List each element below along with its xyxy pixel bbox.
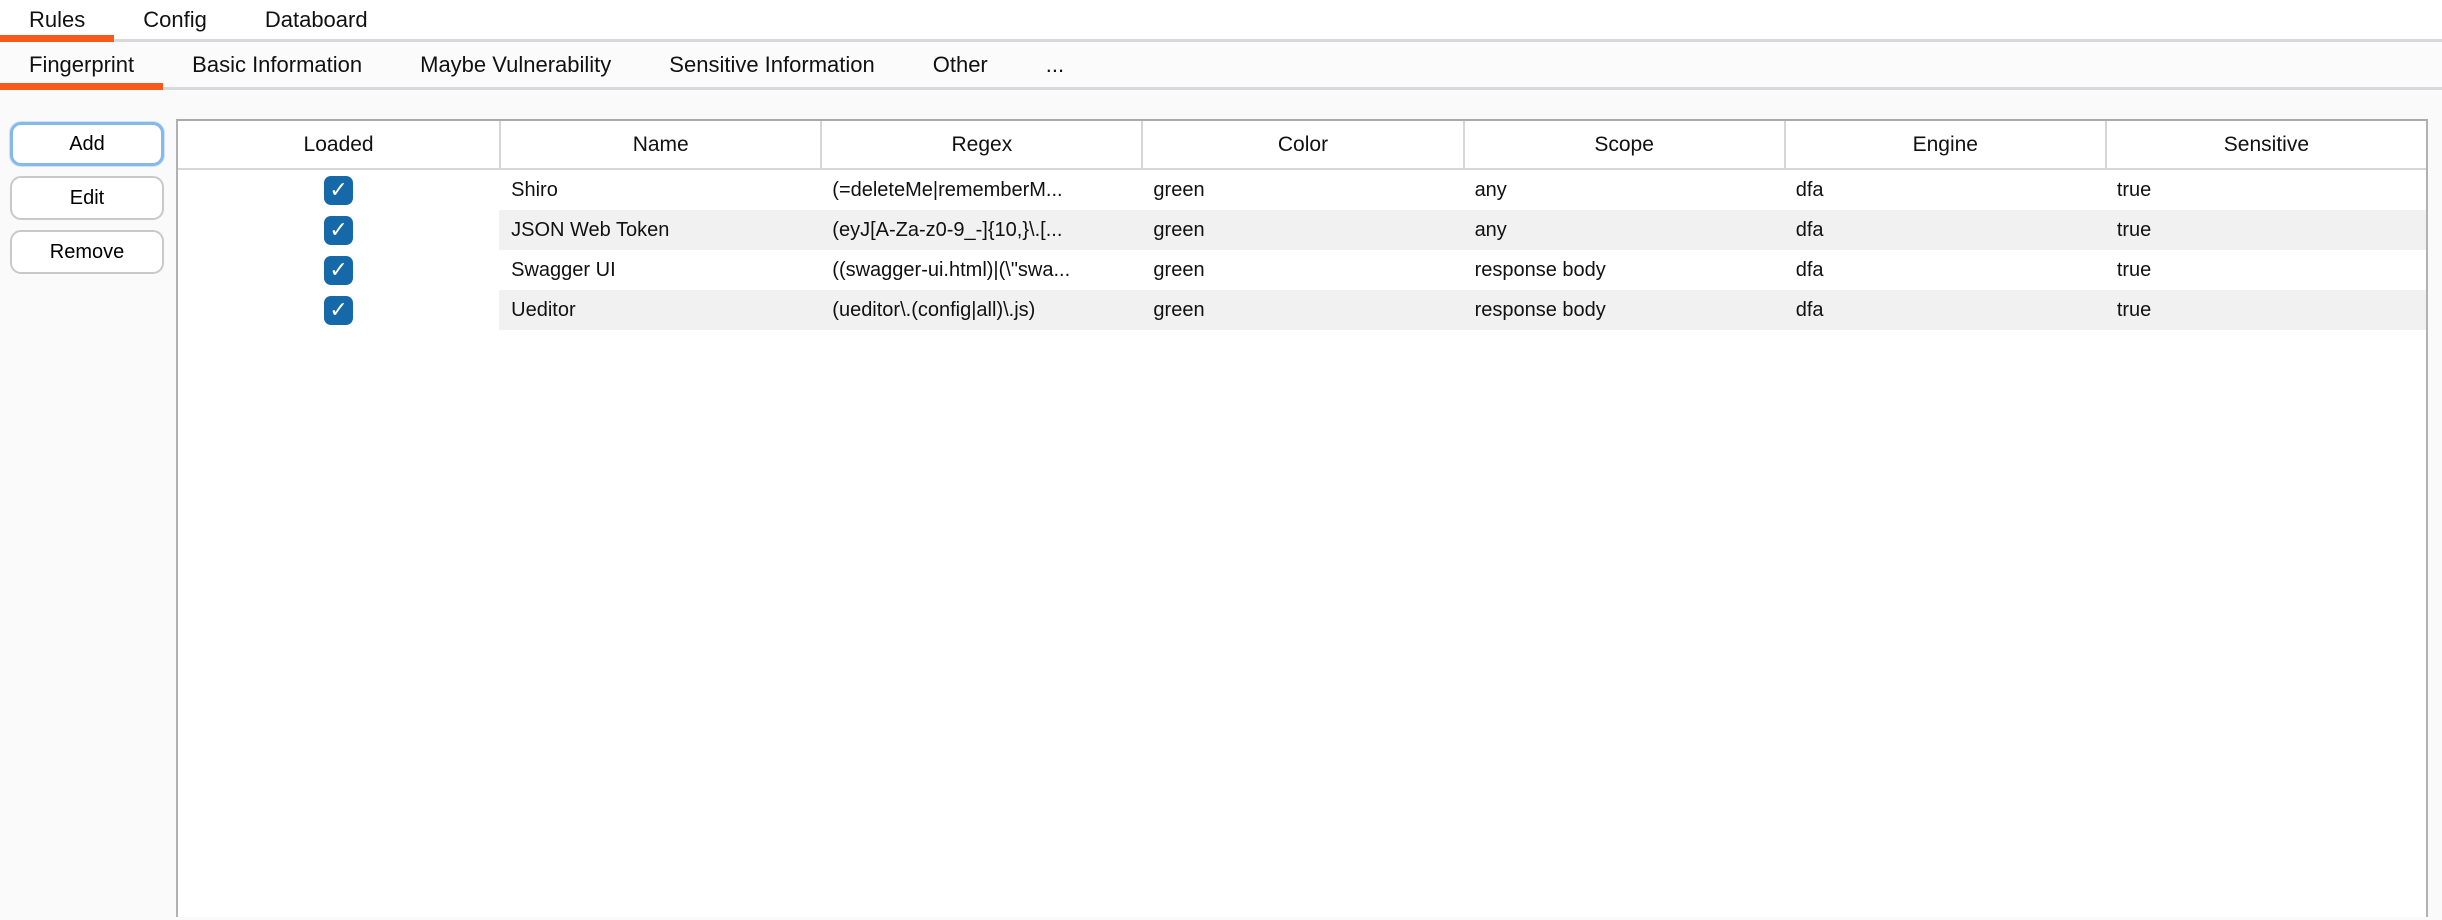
cell-scope: any: [1463, 170, 1784, 210]
col-header-loaded[interactable]: Loaded: [178, 121, 499, 168]
cell-name: Swagger UI: [499, 250, 820, 290]
cell-scope: any: [1463, 210, 1784, 250]
col-header-name[interactable]: Name: [499, 121, 820, 168]
cell-color: green: [1141, 210, 1462, 250]
rules-table: Loaded Name Regex Color Scope Engine Sen…: [176, 119, 2428, 917]
cell-regex: (eyJ[A-Za-z0-9_-]{10,}\.[...: [820, 210, 1141, 250]
loaded-cell: ✓: [178, 170, 499, 210]
checkmark-icon: ✓: [329, 179, 347, 201]
table-header-row: Loaded Name Regex Color Scope Engine Sen…: [178, 121, 2426, 170]
cell-regex: (ueditor\.(config|all)\.js): [820, 290, 1141, 330]
col-header-regex[interactable]: Regex: [820, 121, 1141, 168]
tab-basic-information[interactable]: Basic Information: [163, 42, 391, 87]
cell-engine: dfa: [1784, 250, 2105, 290]
cell-sensitive: true: [2105, 250, 2426, 290]
cell-sensitive: true: [2105, 210, 2426, 250]
col-header-sensitive[interactable]: Sensitive: [2105, 121, 2426, 168]
loaded-cell: ✓: [178, 290, 499, 330]
cell-color: green: [1141, 170, 1462, 210]
col-header-scope[interactable]: Scope: [1463, 121, 1784, 168]
checkmark-icon: ✓: [329, 299, 347, 321]
cell-name: Ueditor: [499, 290, 820, 330]
table-row[interactable]: ✓ JSON Web Token (eyJ[A-Za-z0-9_-]{10,}\…: [178, 210, 2426, 250]
loaded-cell: ✓: [178, 250, 499, 290]
table-row[interactable]: ✓ Swagger UI ((swagger-ui.html)|(\"swa..…: [178, 250, 2426, 290]
cell-color: green: [1141, 250, 1462, 290]
tab-other[interactable]: Other: [904, 42, 1017, 87]
cell-engine: dfa: [1784, 290, 2105, 330]
tab-rules[interactable]: Rules: [0, 0, 114, 39]
action-button-panel: Add Edit Remove: [0, 90, 176, 917]
cell-name: JSON Web Token: [499, 210, 820, 250]
tab-sensitive-information[interactable]: Sensitive Information: [640, 42, 903, 87]
cell-name: Shiro: [499, 170, 820, 210]
loaded-checkbox[interactable]: ✓: [324, 256, 353, 285]
tab-maybe-vulnerability[interactable]: Maybe Vulnerability: [391, 42, 640, 87]
cell-regex: (=deleteMe|rememberM...: [820, 170, 1141, 210]
checkmark-icon: ✓: [329, 219, 347, 241]
tab-fingerprint[interactable]: Fingerprint: [0, 42, 163, 87]
checkmark-icon: ✓: [329, 259, 347, 281]
col-header-engine[interactable]: Engine: [1784, 121, 2105, 168]
cell-color: green: [1141, 290, 1462, 330]
loaded-checkbox[interactable]: ✓: [324, 216, 353, 245]
rules-fingerprint-panel: Add Edit Remove Loaded Name Regex Color …: [0, 90, 2442, 917]
cell-engine: dfa: [1784, 170, 2105, 210]
table-row[interactable]: ✓ Ueditor (ueditor\.(config|all)\.js) gr…: [178, 290, 2426, 330]
col-header-color[interactable]: Color: [1141, 121, 1462, 168]
add-button[interactable]: Add: [10, 122, 164, 166]
primary-tab-bar: Rules Config Databoard: [0, 0, 2442, 42]
cell-regex: ((swagger-ui.html)|(\"swa...: [820, 250, 1141, 290]
table-row[interactable]: ✓ Shiro (=deleteMe|rememberM... green an…: [178, 170, 2426, 210]
tab-databoard[interactable]: Databoard: [236, 0, 397, 39]
edit-button[interactable]: Edit: [10, 176, 164, 220]
tab-config[interactable]: Config: [114, 0, 236, 39]
remove-button[interactable]: Remove: [10, 230, 164, 274]
cell-scope: response body: [1463, 290, 1784, 330]
loaded-cell: ✓: [178, 210, 499, 250]
secondary-tab-bar: Fingerprint Basic Information Maybe Vuln…: [0, 42, 2442, 90]
cell-sensitive: true: [2105, 170, 2426, 210]
cell-sensitive: true: [2105, 290, 2426, 330]
cell-engine: dfa: [1784, 210, 2105, 250]
tab-more[interactable]: ...: [1017, 42, 1093, 87]
app-window: Rules Config Databoard Fingerprint Basic…: [0, 0, 2442, 920]
cell-scope: response body: [1463, 250, 1784, 290]
loaded-checkbox[interactable]: ✓: [324, 296, 353, 325]
loaded-checkbox[interactable]: ✓: [324, 176, 353, 205]
